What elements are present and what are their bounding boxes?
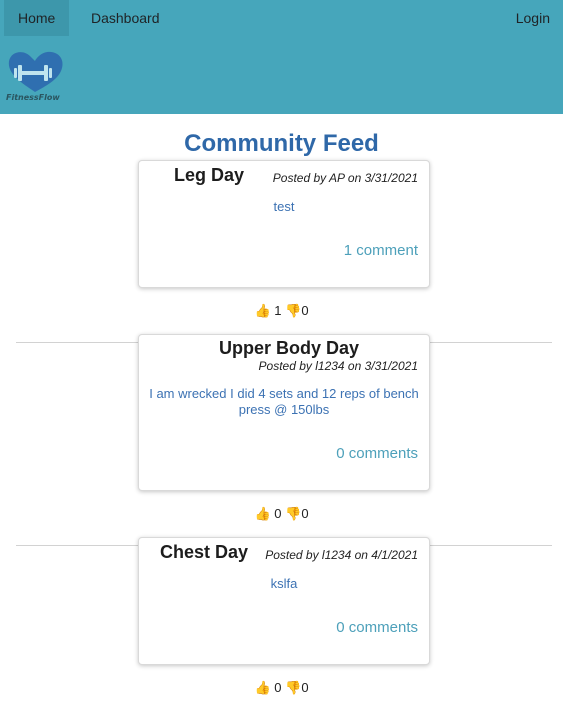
post-card: Chest Day Posted by l1234 on 4/1/2021 ks… (138, 537, 430, 665)
thumbs-down-icon[interactable]: 👎 (285, 680, 301, 696)
like-count: 0 (274, 680, 282, 696)
post-meta: Posted by l1234 on 4/1/2021 (265, 548, 418, 562)
page-title: Community Feed (184, 130, 379, 157)
post-body: I am wrecked I did 4 sets and 12 reps of… (149, 386, 419, 417)
dislike-count: 0 (301, 680, 309, 696)
thumbs-up-icon[interactable]: 👍 (254, 303, 270, 319)
post-meta: Posted by l1234 on 3/31/2021 (258, 359, 418, 373)
nav-home-link[interactable]: Home (4, 0, 70, 36)
post-card: Upper Body Day Posted by l1234 on 3/31/2… (138, 334, 430, 491)
post-votes: 👍 0 👎0 (0, 679, 563, 696)
thumbs-up-icon[interactable]: 👍 (254, 506, 270, 522)
post-votes: 👍 1 👎0 (0, 302, 563, 319)
post-votes: 👍 0 👎0 (0, 505, 563, 522)
post-body: test (273, 199, 295, 214)
dislike-count: 0 (301, 506, 309, 522)
logo-text: FitnessFlow (6, 93, 60, 102)
post-card: Leg Day Posted by AP on 3/31/2021 test 1… (138, 160, 430, 288)
post-meta: Posted by AP on 3/31/2021 (272, 171, 418, 185)
navbar: Home Dashboard Login FitnessFlow (0, 0, 563, 114)
post-comments-link[interactable]: 0 comments (336, 445, 418, 462)
heart-dumbbell-icon (8, 51, 63, 92)
like-count: 1 (274, 303, 282, 319)
post-title: Chest Day (160, 542, 249, 562)
thumbs-up-icon[interactable]: 👍 (254, 680, 270, 696)
post-comments-link[interactable]: 0 comments (336, 619, 418, 636)
fitnessflow-logo[interactable]: FitnessFlow (4, 48, 66, 108)
post-comments-link[interactable]: 1 comment (344, 242, 418, 259)
post-title: Leg Day (174, 165, 245, 185)
thumbs-down-icon[interactable]: 👎 (285, 303, 301, 319)
nav-dashboard-link[interactable]: Dashboard (77, 0, 174, 36)
post-body: kslfa (270, 576, 298, 591)
nav-login-link[interactable]: Login (502, 0, 563, 36)
dislike-count: 0 (301, 303, 309, 319)
thumbs-down-icon[interactable]: 👎 (285, 506, 301, 522)
post-title: Upper Body Day (219, 338, 360, 358)
like-count: 0 (274, 506, 282, 522)
